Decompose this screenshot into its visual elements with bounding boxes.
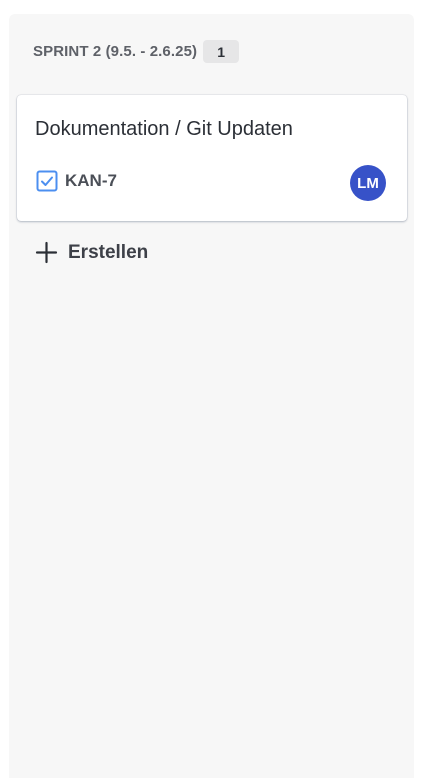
- checkbox-task-icon: [36, 170, 58, 192]
- issue-card-title: Dokumentation / Git Updaten: [35, 118, 293, 140]
- column-header: SPRINT 2 (9.5. - 2.6.25) 1: [33, 40, 240, 63]
- assignee-avatar[interactable]: LM: [350, 165, 386, 201]
- plus-icon: [34, 240, 59, 265]
- column-title: SPRINT 2 (9.5. - 2.6.25): [33, 43, 198, 60]
- issue-key-link[interactable]: KAN-7: [65, 171, 117, 191]
- issue-card[interactable]: Dokumentation / Git Updaten KAN-7 LM: [17, 95, 407, 221]
- issue-count-badge: 1: [203, 40, 240, 63]
- create-button-label: Erstellen: [68, 241, 149, 263]
- create-issue-button[interactable]: Erstellen: [34, 240, 148, 265]
- issue-card-footer: KAN-7: [36, 170, 117, 192]
